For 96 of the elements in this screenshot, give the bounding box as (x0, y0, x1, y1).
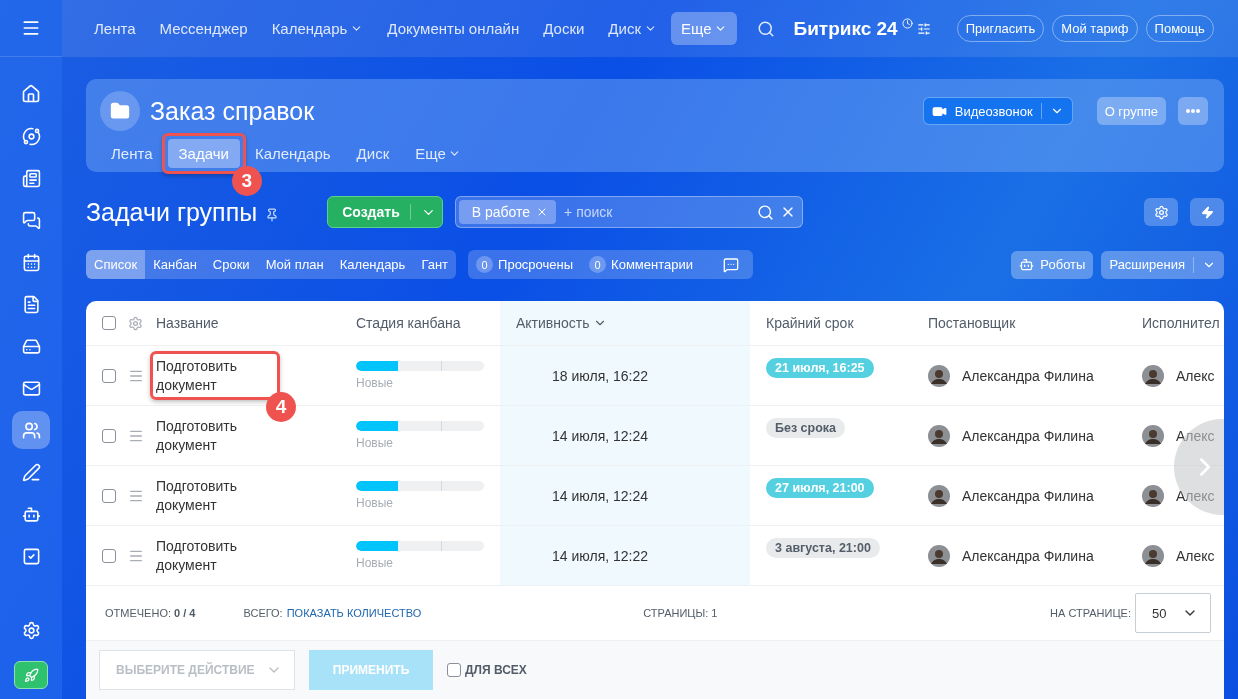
deadline-badge[interactable]: Без срока (766, 418, 846, 438)
task-name[interactable]: Подготовить документ (156, 537, 274, 574)
nav-item[interactable]: Лента (84, 12, 146, 45)
task-name[interactable]: Подготовить документ (156, 357, 274, 394)
row-checkbox[interactable] (102, 368, 116, 383)
task-name[interactable]: Подготовить документ (156, 477, 274, 514)
avatar (1142, 364, 1164, 387)
avatar (1142, 484, 1164, 507)
group-tab[interactable]: Диск (345, 139, 401, 168)
table-cell: 18 июля, 16:22 (552, 367, 649, 384)
marked-count: ОТМЕЧЕНО: 0 / 4 (105, 607, 196, 619)
group-title: Заказ справок (150, 96, 315, 126)
row-checkbox[interactable] (102, 488, 116, 503)
comments-icon[interactable] (722, 256, 739, 273)
rocket-icon[interactable] (14, 661, 48, 689)
robots-button[interactable]: Роботы (1011, 250, 1094, 279)
group-tab[interactable]: Лента (100, 139, 164, 168)
row-checkbox[interactable] (102, 428, 116, 443)
column-header[interactable]: Постановщик (928, 315, 1016, 331)
step-badge: 3 (231, 166, 262, 196)
pin-icon[interactable] (265, 208, 280, 222)
stage-label: Новые (356, 556, 394, 570)
folder-icon (100, 91, 140, 131)
counter-filter[interactable]: 0 Комментарии (581, 256, 701, 273)
search-field[interactable]: В работе + поиск (454, 196, 803, 228)
extensions-button[interactable]: Расширения (1101, 250, 1224, 279)
sliders-icon[interactable] (916, 21, 931, 36)
table-cell: 14 июля, 12:22 (552, 547, 649, 564)
video-call-button[interactable]: Видеозвонок (922, 97, 1073, 125)
column-header[interactable]: Активность (516, 315, 607, 331)
column-header[interactable]: Исполнител (1142, 315, 1220, 331)
people-icon[interactable] (12, 411, 50, 449)
table-cell: 14 июля, 12:24 (552, 487, 649, 504)
person-name[interactable]: Александра Филина (962, 547, 1094, 564)
group-tab[interactable]: Календарь (243, 139, 342, 168)
view-tab[interactable]: Канбан (145, 250, 205, 279)
brand-logo: Битрикс 24 (793, 17, 898, 40)
per-page-select[interactable]: 50 (1135, 593, 1211, 633)
per-page-label: НА СТРАНИЦЕ: (1050, 607, 1131, 619)
person-name[interactable]: Алекс (1176, 367, 1215, 384)
create-button[interactable]: Создать (327, 196, 443, 228)
group-tab[interactable]: Задачи (167, 139, 240, 168)
robot-icon (1019, 257, 1035, 272)
deadline-badge[interactable]: 3 августа, 21:00 (766, 538, 880, 558)
avatar (928, 424, 950, 447)
avatar (928, 484, 950, 507)
person-name[interactable]: Алекс (1176, 547, 1215, 564)
group-tab[interactable]: Еще (404, 139, 472, 168)
search-icon[interactable] (756, 203, 774, 221)
person-name[interactable]: Алекс (1176, 487, 1215, 504)
stage-label: Новые (356, 376, 394, 390)
nav-item[interactable]: Календарь (261, 12, 374, 45)
nav-item[interactable]: Еще (670, 12, 738, 45)
stage-label: Новые (356, 496, 394, 510)
avatar (928, 364, 950, 387)
avatar (1142, 424, 1164, 447)
nav-item[interactable]: Диск (598, 12, 667, 45)
nav-item[interactable]: Мессенджер (149, 12, 258, 45)
lightning-button[interactable] (1190, 198, 1224, 226)
view-tab[interactable]: Календарь (331, 250, 414, 279)
view-tab[interactable]: Мой план (257, 250, 332, 279)
view-tab[interactable]: Гант (413, 250, 457, 279)
table-cell: 14 июля, 12:24 (552, 427, 649, 444)
search-icon[interactable] (757, 19, 776, 38)
select-all-checkbox[interactable] (102, 316, 116, 330)
total-label: ВСЕГО: (243, 607, 283, 619)
filter-chip[interactable]: В работе (458, 200, 557, 224)
show-count-link[interactable]: ПОКАЗАТЬ КОЛИЧЕСТВО (286, 607, 422, 619)
column-header[interactable]: Название (156, 315, 219, 331)
avatar (928, 544, 950, 567)
column-header[interactable]: Стадия канбана (356, 315, 461, 331)
view-tab[interactable]: Список (86, 250, 146, 279)
about-group-button[interactable]: О группе (1096, 97, 1166, 125)
person-name[interactable]: Александра Филина (962, 427, 1094, 444)
view-tab[interactable]: Сроки (204, 250, 258, 279)
pages-count: СТРАНИЦЫ: 1 (643, 607, 718, 619)
step-badge: 4 (266, 391, 296, 422)
settings-button[interactable] (1144, 198, 1178, 226)
row-checkbox[interactable] (102, 548, 116, 563)
column-header[interactable]: Крайний срок (766, 315, 854, 331)
avatar (1142, 544, 1164, 567)
ellipsis-icon (1186, 109, 1200, 113)
person-name[interactable]: Алекс (1176, 427, 1215, 444)
nav-item[interactable]: Доски (533, 12, 595, 45)
more-button[interactable] (1178, 97, 1208, 125)
person-name[interactable]: Александра Филина (962, 367, 1094, 384)
counter-filter[interactable]: 0 Просрочены (468, 256, 582, 273)
lightning-icon (1200, 205, 1214, 219)
gear-icon[interactable] (128, 315, 143, 331)
clock-icon (901, 18, 913, 29)
for-all-checkbox[interactable]: ДЛЯ ВСЕХ (447, 650, 527, 690)
page-title: Задачи группы (86, 197, 258, 227)
person-name[interactable]: Александра Филина (962, 487, 1094, 504)
gear-icon (1153, 204, 1169, 220)
stage-label: Новые (356, 436, 394, 450)
nav-item[interactable]: Документы онлайн (377, 12, 530, 45)
